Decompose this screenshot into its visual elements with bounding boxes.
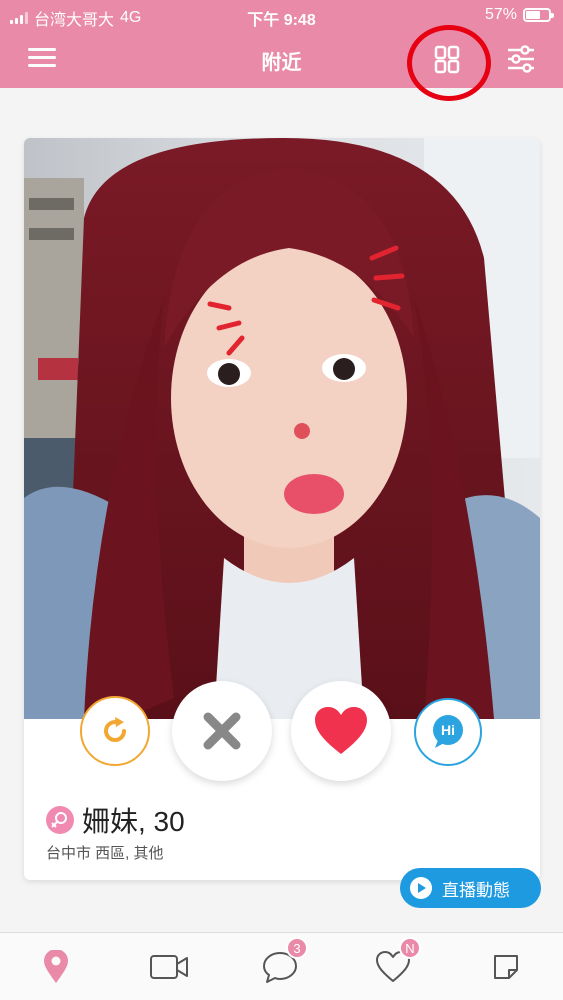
female-icon: [46, 806, 74, 834]
clock: 下午 9:48: [247, 12, 316, 29]
play-icon: [410, 877, 432, 899]
hi-label: Hi: [441, 722, 455, 738]
battery-icon: [523, 8, 554, 22]
nav-messages[interactable]: 3: [258, 937, 308, 987]
profile-card[interactable]: Hi 姍妹, 30 台中市 西區, 其他: [24, 138, 540, 880]
messages-badge: 3: [286, 937, 308, 959]
grid-view-icon[interactable]: [432, 44, 462, 74]
location-pin-icon: [44, 950, 68, 983]
profile-location: 台中市 西區, 其他: [46, 845, 164, 862]
bottom-nav: 3 N: [0, 932, 563, 1000]
rewind-button[interactable]: [80, 696, 150, 766]
profile-name-age: 姍妹, 30: [82, 806, 185, 837]
app-header: 附近: [0, 30, 563, 88]
sliders-icon[interactable]: [505, 44, 537, 74]
like-button[interactable]: [291, 681, 391, 781]
nav-nearby[interactable]: [34, 947, 78, 987]
video-camera-icon: [150, 955, 188, 979]
note-icon: [494, 955, 518, 979]
nope-button[interactable]: [172, 681, 272, 781]
live-feed-label: 直播動態: [442, 880, 510, 900]
nav-likes[interactable]: N: [371, 937, 421, 987]
x-icon: [203, 712, 241, 750]
say-hi-button[interactable]: Hi: [414, 698, 482, 766]
nav-notes[interactable]: [484, 947, 528, 987]
hi-chat-icon: Hi: [433, 715, 463, 748]
heart-icon: [315, 707, 367, 754]
live-feed-button[interactable]: 直播動態: [400, 868, 541, 908]
battery-percent: 57%: [484, 6, 517, 23]
likes-badge: N: [399, 937, 421, 959]
battery-info: 57%: [484, 6, 554, 24]
status-bar: 台湾大哥大 4G 下午 9:48 57%: [0, 0, 563, 30]
page-title: 附近: [261, 52, 302, 74]
profile-name-row: 姍妹, 30: [46, 800, 185, 840]
profile-photo[interactable]: [24, 138, 540, 719]
nav-video[interactable]: [147, 947, 191, 987]
rewind-icon: [104, 717, 126, 742]
